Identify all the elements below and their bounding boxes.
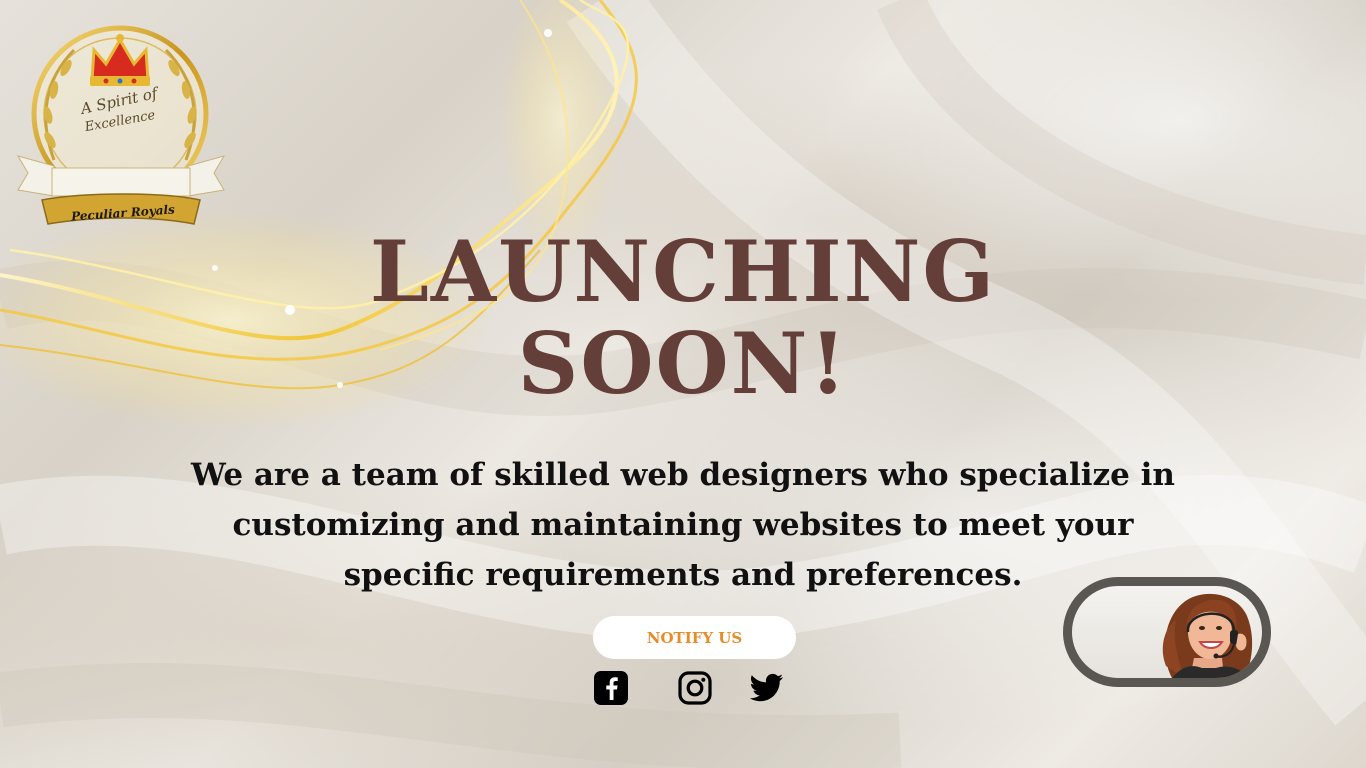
facebook-icon[interactable] xyxy=(592,669,630,707)
launching-soon-heading: LAUNCHING SOON! xyxy=(369,222,997,413)
twitter-icon[interactable] xyxy=(747,669,785,707)
brand-logo[interactable]: A Spirit of Excellence Peculiar Royals xyxy=(14,10,228,232)
support-agent-avatar xyxy=(1162,593,1253,678)
instagram-icon[interactable] xyxy=(676,669,714,707)
support-agent-widget[interactable] xyxy=(1063,577,1271,687)
intro-description: We are a team of skilled web designers w… xyxy=(191,457,1175,593)
notify-us-button[interactable]: NOTIFY US xyxy=(593,616,796,659)
